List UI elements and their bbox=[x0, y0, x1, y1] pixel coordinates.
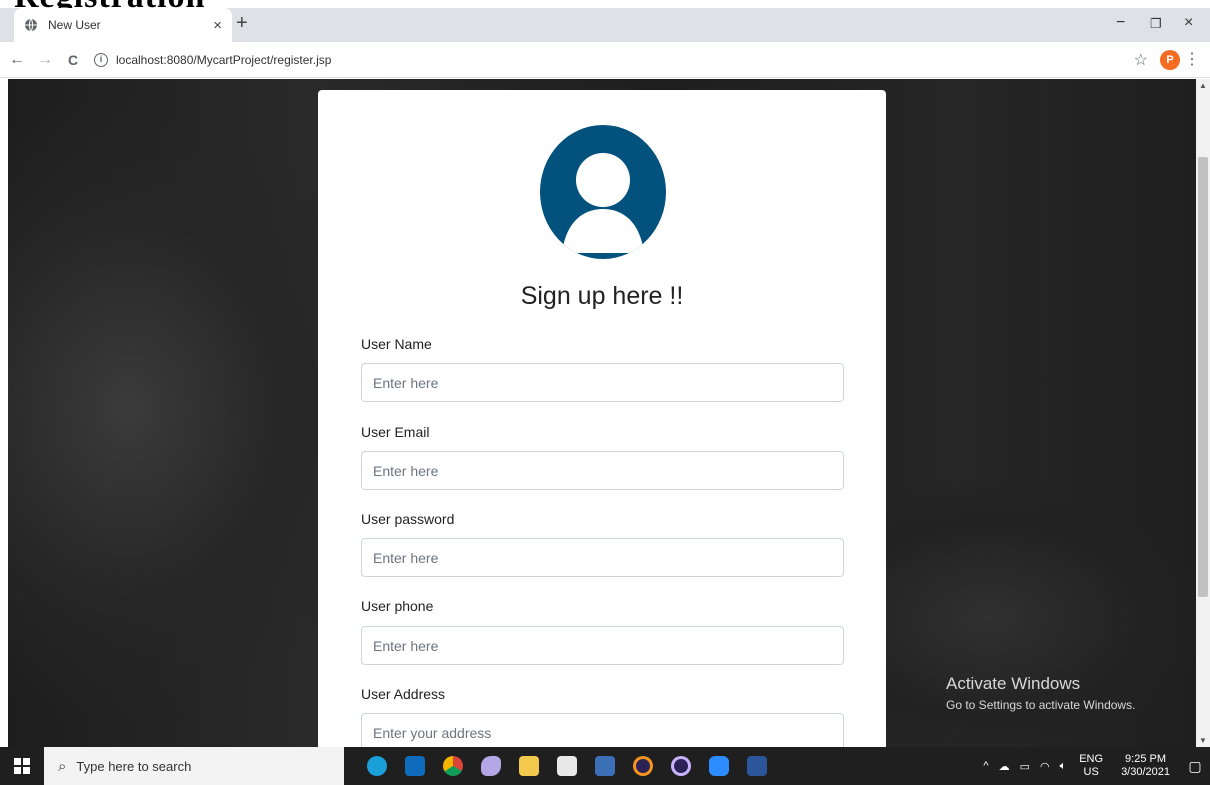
signup-card: Sign up here !! User Name User Email Use… bbox=[318, 90, 886, 747]
user-address-label: User Address bbox=[361, 686, 446, 702]
browser-menu-icon[interactable]: ⋮ bbox=[1184, 49, 1200, 69]
taskbar-clock[interactable]: 9:25 PM 3/30/2021 bbox=[1121, 753, 1170, 779]
clock-time: 9:25 PM bbox=[1125, 753, 1167, 765]
store-icon[interactable] bbox=[548, 747, 586, 785]
user-address-input[interactable] bbox=[361, 713, 844, 747]
activate-windows-watermark: Activate Windows Go to Settings to activ… bbox=[946, 674, 1135, 712]
reload-button[interactable]: C bbox=[62, 52, 84, 68]
file-explorer-icon[interactable] bbox=[510, 747, 548, 785]
page-scrollbar[interactable]: ▲ ▼ bbox=[1196, 79, 1210, 747]
lang-top: ENG bbox=[1079, 753, 1104, 765]
user-password-label: User password bbox=[361, 511, 455, 527]
vscode-icon[interactable] bbox=[586, 747, 624, 785]
browser-tab[interactable]: New User × bbox=[14, 8, 232, 42]
taskbar-search-box[interactable]: ⌕ Type here to search bbox=[44, 747, 344, 785]
user-name-input[interactable] bbox=[361, 363, 844, 402]
minimize-button[interactable]: − bbox=[1116, 14, 1125, 32]
watermark-subtitle: Go to Settings to activate Windows. bbox=[946, 698, 1136, 712]
forward-button[interactable]: → bbox=[34, 51, 56, 69]
user-name-label: User Name bbox=[361, 336, 432, 352]
user-email-label: User Email bbox=[361, 424, 430, 440]
profile-avatar-button[interactable]: P bbox=[1160, 50, 1180, 70]
taskbar-search-placeholder: Type here to search bbox=[76, 758, 192, 774]
tab-strip: New User × + − ❐ × bbox=[0, 8, 1210, 42]
close-window-button[interactable]: × bbox=[1184, 14, 1193, 32]
scroll-thumb[interactable] bbox=[1198, 157, 1208, 597]
windows-logo-icon bbox=[14, 758, 30, 774]
wifi-icon[interactable]: ◠ bbox=[1040, 760, 1050, 773]
bookmark-star-icon[interactable]: ☆ bbox=[1134, 50, 1148, 70]
chrome-icon[interactable] bbox=[434, 747, 472, 785]
volume-icon[interactable]: 🔈︎ bbox=[1060, 760, 1067, 773]
windows-taskbar: ⌕ Type here to search ^ ☁ ▭ ◠ 🔈︎ ENG US … bbox=[0, 747, 1210, 785]
paint-icon[interactable] bbox=[472, 747, 510, 785]
edge-icon[interactable] bbox=[358, 747, 396, 785]
tab-title: New User bbox=[48, 18, 101, 32]
browser-toolbar: ← → C i localhost:8080/MycartProject/reg… bbox=[0, 42, 1210, 78]
watermark-title: Activate Windows bbox=[946, 674, 1081, 693]
user-password-input[interactable] bbox=[361, 538, 844, 577]
site-info-icon[interactable]: i bbox=[94, 52, 108, 67]
system-tray: ^ ☁ ▭ ◠ 🔈︎ ENG US 9:25 PM 3/30/2021 ▢ bbox=[978, 747, 1210, 785]
lang-bottom: US bbox=[1083, 766, 1099, 778]
signup-title: Sign up here !! bbox=[520, 282, 684, 310]
tab-close-icon[interactable]: × bbox=[213, 17, 222, 34]
globe-icon bbox=[25, 18, 37, 32]
url-text: localhost:8080/MycartProject/register.js… bbox=[116, 52, 332, 67]
user-email-input[interactable] bbox=[361, 451, 844, 490]
pinned-apps bbox=[358, 747, 776, 785]
start-button[interactable] bbox=[0, 747, 44, 785]
eclipse-icon[interactable] bbox=[624, 747, 662, 785]
restore-button[interactable]: ❐ bbox=[1150, 16, 1162, 32]
user-phone-input[interactable] bbox=[361, 626, 844, 665]
scroll-down-icon[interactable]: ▼ bbox=[1199, 736, 1207, 745]
new-tab-button[interactable]: + bbox=[236, 12, 248, 35]
user-avatar-icon bbox=[540, 125, 666, 259]
back-button[interactable]: ← bbox=[6, 51, 28, 69]
page-viewport: Sign up here !! User Name User Email Use… bbox=[8, 79, 1196, 747]
tray-chevron-icon[interactable]: ^ bbox=[983, 760, 988, 772]
search-icon: ⌕ bbox=[58, 757, 67, 775]
battery-icon[interactable]: ▭ bbox=[1020, 760, 1030, 773]
eclipse-icon-2[interactable] bbox=[662, 747, 700, 785]
address-bar[interactable]: i localhost:8080/MycartProject/register.… bbox=[94, 47, 1134, 73]
zoom-icon[interactable] bbox=[700, 747, 738, 785]
language-indicator[interactable]: ENG US bbox=[1079, 753, 1103, 779]
scroll-up-icon[interactable]: ▲ bbox=[1199, 81, 1207, 90]
word-icon[interactable] bbox=[738, 747, 776, 785]
user-phone-label: User phone bbox=[361, 598, 434, 614]
mail-icon[interactable] bbox=[396, 747, 434, 785]
onedrive-icon[interactable]: ☁ bbox=[999, 760, 1010, 773]
notification-icon[interactable]: ▢ bbox=[1180, 758, 1210, 775]
clock-date: 3/30/2021 bbox=[1121, 766, 1170, 778]
